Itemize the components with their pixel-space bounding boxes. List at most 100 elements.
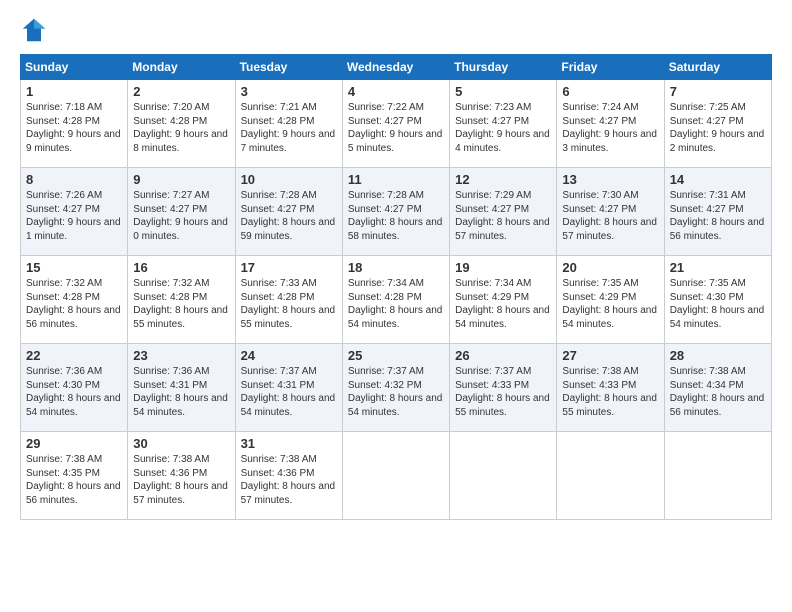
- day-cell: 14Sunrise: 7:31 AMSunset: 4:27 PMDayligh…: [664, 168, 771, 256]
- day-number: 13: [562, 172, 658, 187]
- day-info: Sunrise: 7:37 AMSunset: 4:32 PMDaylight:…: [348, 365, 444, 419]
- day-info: Sunrise: 7:32 AMSunset: 4:28 PMDaylight:…: [133, 277, 229, 331]
- day-info: Sunrise: 7:38 AMSunset: 4:36 PMDaylight:…: [133, 453, 229, 507]
- day-cell: 5 Sunrise: 7:23 AMSunset: 4:27 PMDaylight…: [450, 80, 557, 168]
- day-number: 22: [26, 348, 122, 363]
- day-number: 27: [562, 348, 658, 363]
- day-cell: 3 Sunrise: 7:21 AMSunset: 4:28 PMDaylight…: [235, 80, 342, 168]
- day-cell: 27 Sunrise: 7:38 AMSunset: 4:33 PMDayligh…: [557, 344, 664, 432]
- day-number: 16: [133, 260, 229, 275]
- header-monday: Monday: [128, 55, 235, 80]
- logo: [20, 16, 52, 44]
- day-info: Sunrise: 7:38 AMSunset: 4:34 PMDaylight:…: [670, 365, 766, 419]
- week-row-2: 8 Sunrise: 7:26 AMSunset: 4:27 PMDaylight…: [21, 168, 772, 256]
- day-number: 26: [455, 348, 551, 363]
- day-number: 3: [241, 84, 337, 99]
- page: SundayMondayTuesdayWednesdayThursdayFrid…: [0, 0, 792, 612]
- day-cell: 4 Sunrise: 7:22 AMSunset: 4:27 PMDaylight…: [342, 80, 449, 168]
- day-cell: 18 Sunrise: 7:34 AMSunset: 4:28 PMDayligh…: [342, 256, 449, 344]
- day-cell: 29 Sunrise: 7:38 AMSunset: 4:35 PMDayligh…: [21, 432, 128, 520]
- day-cell: 16 Sunrise: 7:32 AMSunset: 4:28 PMDayligh…: [128, 256, 235, 344]
- header-saturday: Saturday: [664, 55, 771, 80]
- day-info: Sunrise: 7:38 AMSunset: 4:33 PMDaylight:…: [562, 365, 658, 419]
- day-cell: 24 Sunrise: 7:37 AMSunset: 4:31 PMDayligh…: [235, 344, 342, 432]
- day-info: Sunrise: 7:35 AMSunset: 4:30 PMDaylight:…: [670, 277, 766, 331]
- day-info: Sunrise: 7:27 AMSunset: 4:27 PMDaylight:…: [133, 189, 229, 243]
- day-number: 7: [670, 84, 766, 99]
- day-cell: 11Sunrise: 7:28 AMSunset: 4:27 PMDayligh…: [342, 168, 449, 256]
- day-cell: 26Sunrise: 7:37 AMSunset: 4:33 PMDayligh…: [450, 344, 557, 432]
- header-thursday: Thursday: [450, 55, 557, 80]
- day-number: 4: [348, 84, 444, 99]
- week-row-5: 29 Sunrise: 7:38 AMSunset: 4:35 PMDayligh…: [21, 432, 772, 520]
- day-cell: 31Sunrise: 7:38 AMSunset: 4:36 PMDayligh…: [235, 432, 342, 520]
- day-info: Sunrise: 7:33 AMSunset: 4:28 PMDaylight:…: [241, 277, 337, 331]
- day-cell: 19 Sunrise: 7:34 AMSunset: 4:29 PMDayligh…: [450, 256, 557, 344]
- day-cell: 6 Sunrise: 7:24 AMSunset: 4:27 PMDaylight…: [557, 80, 664, 168]
- day-info: Sunrise: 7:28 AMSunset: 4:27 PMDaylight:…: [348, 189, 444, 243]
- day-cell: 25Sunrise: 7:37 AMSunset: 4:32 PMDayligh…: [342, 344, 449, 432]
- header-wednesday: Wednesday: [342, 55, 449, 80]
- day-number: 1: [26, 84, 122, 99]
- day-cell: 1 Sunrise: 7:18 AMSunset: 4:28 PMDaylight…: [21, 80, 128, 168]
- day-number: 28: [670, 348, 766, 363]
- day-info: Sunrise: 7:37 AMSunset: 4:31 PMDaylight:…: [241, 365, 337, 419]
- calendar-header-row: SundayMondayTuesdayWednesdayThursdayFrid…: [21, 55, 772, 80]
- day-info: Sunrise: 7:24 AMSunset: 4:27 PMDaylight:…: [562, 101, 658, 155]
- logo-icon: [20, 16, 48, 44]
- day-info: Sunrise: 7:38 AMSunset: 4:36 PMDaylight:…: [241, 453, 337, 507]
- day-number: 17: [241, 260, 337, 275]
- day-cell: 13 Sunrise: 7:30 AMSunset: 4:27 PMDayligh…: [557, 168, 664, 256]
- day-number: 14: [670, 172, 766, 187]
- day-number: 9: [133, 172, 229, 187]
- day-cell: 8 Sunrise: 7:26 AMSunset: 4:27 PMDaylight…: [21, 168, 128, 256]
- day-info: Sunrise: 7:38 AMSunset: 4:35 PMDaylight:…: [26, 453, 122, 507]
- day-info: Sunrise: 7:34 AMSunset: 4:28 PMDaylight:…: [348, 277, 444, 331]
- day-cell: 9 Sunrise: 7:27 AMSunset: 4:27 PMDaylight…: [128, 168, 235, 256]
- day-number: 23: [133, 348, 229, 363]
- header-tuesday: Tuesday: [235, 55, 342, 80]
- day-cell: 20Sunrise: 7:35 AMSunset: 4:29 PMDayligh…: [557, 256, 664, 344]
- header: [20, 16, 772, 44]
- day-cell: 12 Sunrise: 7:29 AMSunset: 4:27 PMDayligh…: [450, 168, 557, 256]
- day-info: Sunrise: 7:21 AMSunset: 4:28 PMDaylight:…: [241, 101, 337, 155]
- day-cell: 21Sunrise: 7:35 AMSunset: 4:30 PMDayligh…: [664, 256, 771, 344]
- day-info: Sunrise: 7:22 AMSunset: 4:27 PMDaylight:…: [348, 101, 444, 155]
- day-cell: 15Sunrise: 7:32 AMSunset: 4:28 PMDayligh…: [21, 256, 128, 344]
- day-number: 6: [562, 84, 658, 99]
- day-number: 29: [26, 436, 122, 451]
- day-info: Sunrise: 7:29 AMSunset: 4:27 PMDaylight:…: [455, 189, 551, 243]
- week-row-4: 22 Sunrise: 7:36 AMSunset: 4:30 PMDayligh…: [21, 344, 772, 432]
- day-cell: [664, 432, 771, 520]
- day-number: 19: [455, 260, 551, 275]
- day-info: Sunrise: 7:30 AMSunset: 4:27 PMDaylight:…: [562, 189, 658, 243]
- week-row-3: 15 Sunrise: 7:32 AMSunset: 4:28 PMDayligh…: [21, 256, 772, 344]
- day-cell: 30 Sunrise: 7:38 AMSunset: 4:36 PMDayligh…: [128, 432, 235, 520]
- day-number: 15: [26, 260, 122, 275]
- day-number: 12: [455, 172, 551, 187]
- day-cell: [342, 432, 449, 520]
- header-friday: Friday: [557, 55, 664, 80]
- day-info: Sunrise: 7:23 AMSunset: 4:27 PMDaylight:…: [455, 101, 551, 155]
- day-number: 18: [348, 260, 444, 275]
- day-number: 8: [26, 172, 122, 187]
- day-cell: [557, 432, 664, 520]
- day-cell: 22 Sunrise: 7:36 AMSunset: 4:30 PMDayligh…: [21, 344, 128, 432]
- calendar-body: 1 Sunrise: 7:18 AMSunset: 4:28 PMDaylight…: [21, 80, 772, 520]
- day-cell: 2Sunrise: 7:20 AMSunset: 4:28 PMDaylight…: [128, 80, 235, 168]
- header-sunday: Sunday: [21, 55, 128, 80]
- day-info: Sunrise: 7:28 AMSunset: 4:27 PMDaylight:…: [241, 189, 337, 243]
- day-info: Sunrise: 7:25 AMSunset: 4:27 PMDaylight:…: [670, 101, 766, 155]
- day-number: 10: [241, 172, 337, 187]
- day-info: Sunrise: 7:36 AMSunset: 4:30 PMDaylight:…: [26, 365, 122, 419]
- day-info: Sunrise: 7:26 AMSunset: 4:27 PMDaylight:…: [26, 189, 122, 243]
- day-number: 24: [241, 348, 337, 363]
- day-info: Sunrise: 7:34 AMSunset: 4:29 PMDaylight:…: [455, 277, 551, 331]
- day-number: 5: [455, 84, 551, 99]
- day-info: Sunrise: 7:35 AMSunset: 4:29 PMDaylight:…: [562, 277, 658, 331]
- day-info: Sunrise: 7:36 AMSunset: 4:31 PMDaylight:…: [133, 365, 229, 419]
- day-info: Sunrise: 7:18 AMSunset: 4:28 PMDaylight:…: [26, 101, 122, 155]
- day-number: 30: [133, 436, 229, 451]
- day-cell: 7 Sunrise: 7:25 AMSunset: 4:27 PMDaylight…: [664, 80, 771, 168]
- week-row-1: 1 Sunrise: 7:18 AMSunset: 4:28 PMDaylight…: [21, 80, 772, 168]
